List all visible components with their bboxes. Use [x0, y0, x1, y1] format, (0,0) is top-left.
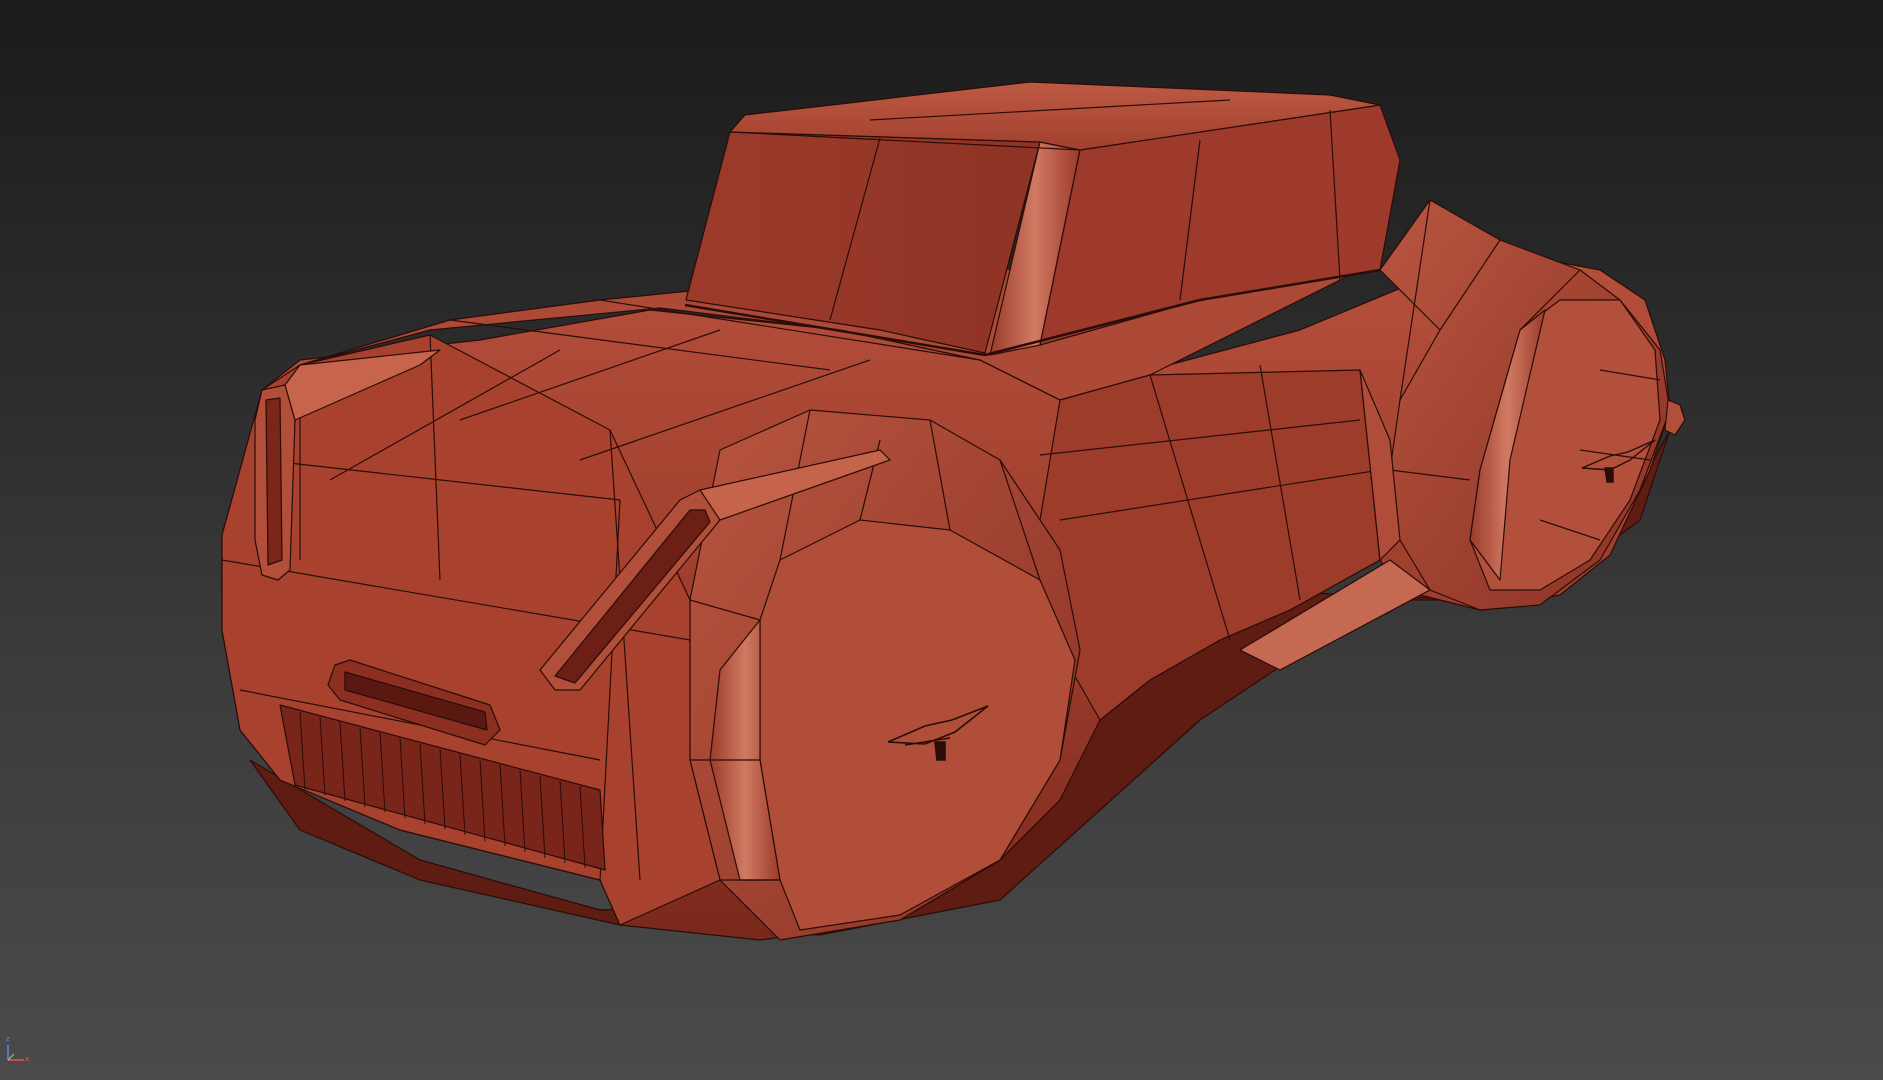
axis-gizmo: z x	[2, 1036, 34, 1066]
rear-nub	[1664, 399, 1686, 436]
axis-x-label: x	[25, 1055, 30, 1063]
3d-viewport[interactable]: z x	[0, 0, 1883, 1080]
car-body	[221, 81, 1686, 941]
car-wireframe-model[interactable]	[0, 0, 1883, 1080]
axis-z-label: z	[6, 1035, 10, 1043]
